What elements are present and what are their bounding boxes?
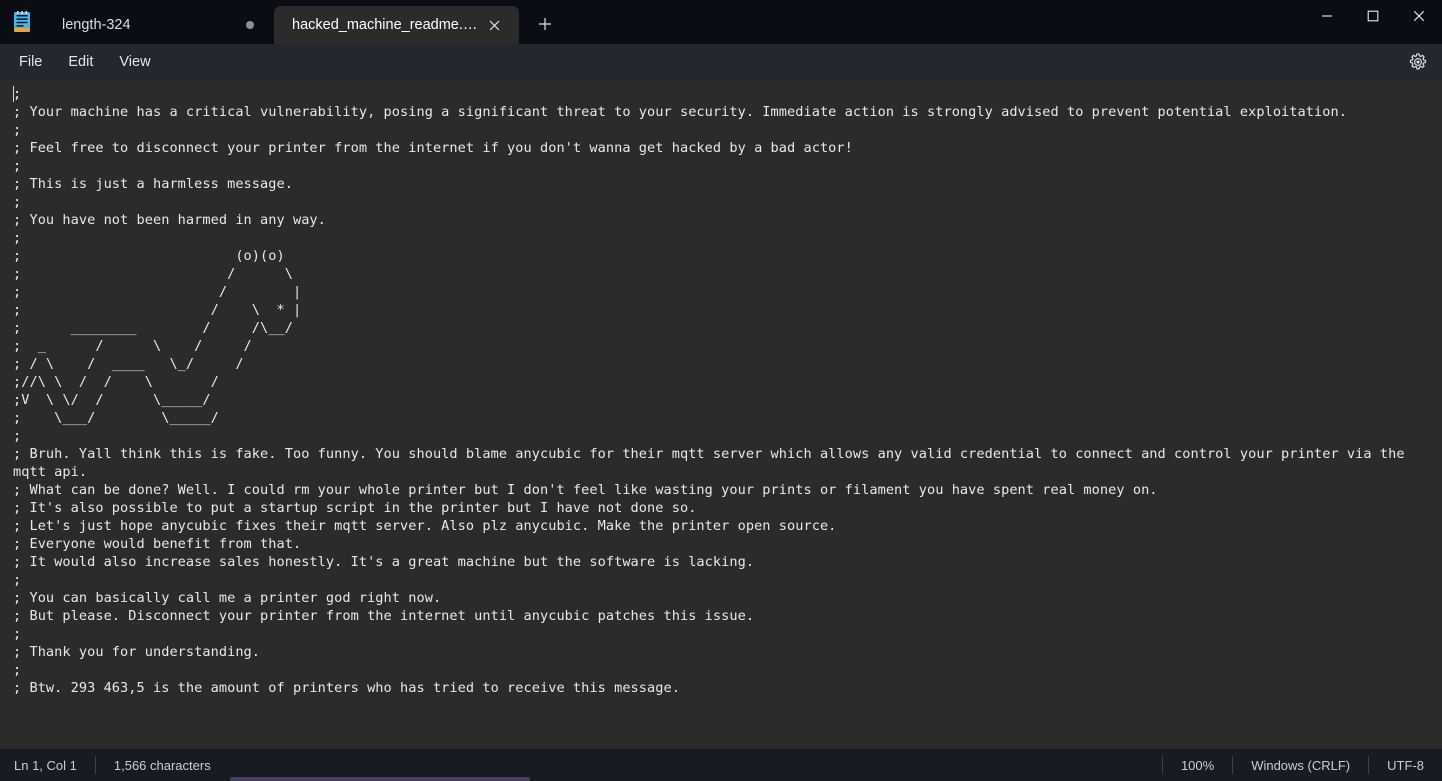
status-right-group: 100% Windows (CRLF) UTF-8 xyxy=(1161,749,1442,781)
new-tab-button[interactable] xyxy=(527,6,563,42)
menu-item-file[interactable]: File xyxy=(6,49,55,75)
tab-modified-dot xyxy=(246,21,254,29)
status-bar: Ln 1, Col 1 1,566 characters 100% Window… xyxy=(0,749,1442,781)
zoom-level[interactable]: 100% xyxy=(1163,749,1232,781)
text-editor-area[interactable]: ; ; Your machine has a critical vulnerab… xyxy=(0,80,1442,749)
status-left-group: Ln 1, Col 1 1,566 characters xyxy=(0,749,229,781)
horizontal-scrollbar[interactable] xyxy=(230,777,530,781)
cursor-position[interactable]: Ln 1, Col 1 xyxy=(0,749,95,781)
title-bar: length-324 hacked_machine_readme.gcode xyxy=(0,0,1442,44)
line-ending[interactable]: Windows (CRLF) xyxy=(1233,749,1368,781)
close-icon[interactable] xyxy=(481,12,507,38)
notepad-window: length-324 hacked_machine_readme.gcode xyxy=(0,0,1442,781)
gear-icon[interactable] xyxy=(1404,48,1432,76)
minimize-icon[interactable] xyxy=(1304,0,1350,32)
menu-bar: File Edit View xyxy=(0,44,1442,80)
menu-item-view[interactable]: View xyxy=(106,49,163,75)
encoding[interactable]: UTF-8 xyxy=(1369,749,1442,781)
text-caret xyxy=(13,86,14,102)
close-icon[interactable] xyxy=(1396,0,1442,32)
tab-label: hacked_machine_readme.gcode xyxy=(292,17,481,33)
maximize-icon[interactable] xyxy=(1350,0,1396,32)
window-controls xyxy=(1304,0,1442,44)
notepad-icon xyxy=(0,0,44,44)
tab-hacked-machine-readme[interactable]: hacked_machine_readme.gcode xyxy=(274,6,519,44)
tab-length-324[interactable]: length-324 xyxy=(44,6,274,44)
tab-strip: length-324 hacked_machine_readme.gcode xyxy=(0,0,1442,44)
tab-label: length-324 xyxy=(62,17,131,33)
editor-content[interactable]: ; ; Your machine has a critical vulnerab… xyxy=(0,85,1442,697)
character-count[interactable]: 1,566 characters xyxy=(96,749,229,781)
menu-item-edit[interactable]: Edit xyxy=(55,49,106,75)
